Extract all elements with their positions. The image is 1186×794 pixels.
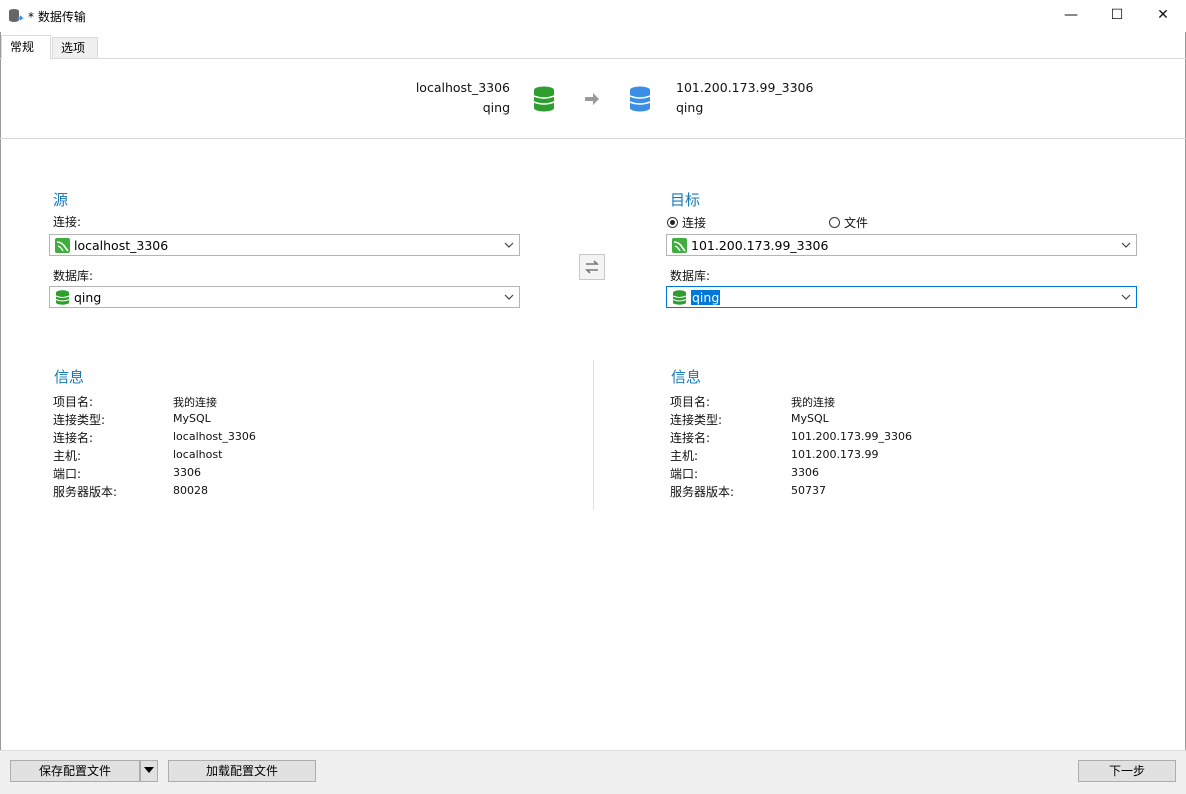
- radio-file-label: 文件: [844, 216, 869, 230]
- target-database-select[interactable]: qing: [666, 286, 1137, 308]
- info-key: 主机:: [53, 449, 82, 463]
- save-profile-dropdown[interactable]: [140, 760, 158, 782]
- info-value: localhost: [173, 448, 223, 461]
- database-icon: [55, 290, 70, 305]
- app-icon: [9, 9, 24, 22]
- info-key: 项目名:: [53, 395, 94, 409]
- chevron-down-icon: [1121, 242, 1131, 248]
- right-arrow-icon: [585, 93, 599, 105]
- mysql-connection-icon: [55, 238, 70, 253]
- load-profile-button[interactable]: 加载配置文件: [168, 760, 316, 782]
- target-info-heading: 信息: [671, 368, 702, 386]
- header-target-database: qing: [676, 100, 704, 115]
- chevron-down-icon: [1121, 294, 1131, 300]
- info-divider: [593, 360, 594, 510]
- title-bar: * 数据传输 — ☐ ✕: [0, 0, 1186, 32]
- info-key: 服务器版本:: [53, 485, 118, 499]
- maximize-button[interactable]: ☐: [1094, 0, 1140, 32]
- info-key: 连接类型:: [53, 413, 106, 427]
- info-key: 端口:: [670, 467, 699, 481]
- info-value: localhost_3306: [173, 430, 256, 443]
- footer-bar: 保存配置文件 加载配置文件 下一步: [0, 750, 1186, 794]
- swap-arrows-icon: [585, 260, 599, 274]
- source-database-label: 数据库:: [53, 269, 94, 283]
- source-database-value: qing: [74, 290, 102, 305]
- triangle-down-icon: [144, 767, 154, 773]
- info-key: 项目名:: [670, 395, 711, 409]
- minimize-button[interactable]: —: [1048, 0, 1094, 32]
- radio-connection-label: 连接: [682, 216, 707, 230]
- close-button[interactable]: ✕: [1140, 0, 1186, 32]
- info-key: 主机:: [670, 449, 699, 463]
- info-key: 服务器版本:: [670, 485, 735, 499]
- info-value: 101.200.173.99: [791, 448, 879, 461]
- radio-connection[interactable]: [667, 217, 678, 228]
- info-key: 连接名:: [53, 431, 94, 445]
- info-key: 端口:: [53, 467, 82, 481]
- info-value: 我的连接: [791, 396, 835, 409]
- chevron-down-icon: [504, 242, 514, 248]
- database-icon: [672, 290, 687, 305]
- tab-general[interactable]: 常规: [1, 35, 51, 60]
- info-key: 连接类型:: [670, 413, 723, 427]
- header-source-database: qing: [482, 100, 510, 115]
- blue-database-icon: [629, 86, 651, 112]
- source-connection-label: 连接:: [53, 215, 82, 229]
- target-database-label: 数据库:: [670, 269, 711, 283]
- radio-file[interactable]: [829, 217, 840, 228]
- source-connection-select[interactable]: localhost_3306: [49, 234, 520, 256]
- info-value: MySQL: [173, 412, 211, 425]
- swap-button[interactable]: [579, 254, 605, 280]
- info-value: 101.200.173.99_3306: [791, 430, 912, 443]
- green-database-icon: [533, 86, 555, 112]
- save-profile-button[interactable]: 保存配置文件: [10, 760, 140, 782]
- chevron-down-icon: [504, 294, 514, 300]
- info-key: 连接名:: [670, 431, 711, 445]
- header-target-connection: 101.200.173.99_3306: [676, 80, 814, 95]
- source-database-select[interactable]: qing: [49, 286, 520, 308]
- tab-strip: 常规 选项: [0, 35, 1186, 60]
- next-button[interactable]: 下一步: [1078, 760, 1176, 782]
- source-heading: 源: [53, 191, 69, 209]
- source-info-heading: 信息: [54, 368, 85, 386]
- header-source-connection: localhost_3306: [415, 80, 510, 95]
- target-database-value: qing: [691, 290, 721, 305]
- info-value: 50737: [791, 484, 826, 497]
- target-connection-select[interactable]: 101.200.173.99_3306: [666, 234, 1137, 256]
- mysql-connection-icon: [672, 238, 687, 253]
- target-connection-value: 101.200.173.99_3306: [691, 238, 829, 253]
- tab-options[interactable]: 选项: [52, 37, 98, 59]
- info-value: 80028: [173, 484, 208, 497]
- info-value: MySQL: [791, 412, 829, 425]
- target-heading: 目标: [670, 191, 701, 209]
- window-title: * 数据传输: [28, 10, 86, 24]
- info-value: 3306: [173, 466, 201, 479]
- source-connection-value: localhost_3306: [74, 238, 169, 253]
- header-divider: [0, 138, 1186, 139]
- info-value: 我的连接: [173, 396, 217, 409]
- info-value: 3306: [791, 466, 819, 479]
